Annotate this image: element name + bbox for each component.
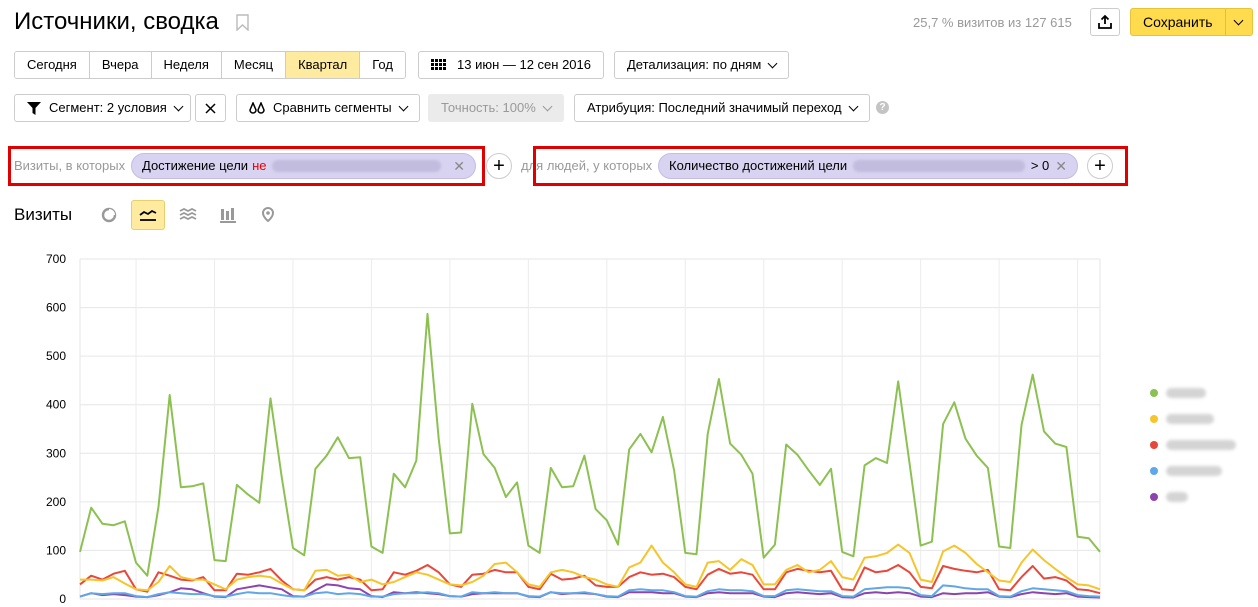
negation-text: не bbox=[252, 158, 267, 173]
plus-icon: + bbox=[1094, 155, 1106, 177]
redacted-series-name bbox=[1166, 492, 1188, 502]
add-people-condition-button[interactable]: + bbox=[1087, 153, 1113, 179]
page-title: Источники, сводка bbox=[14, 8, 219, 35]
chart-type-map[interactable] bbox=[251, 200, 285, 230]
attribution-dropdown[interactable]: Атрибуция: Последний значимый переход bbox=[574, 94, 870, 122]
chevron-down-icon bbox=[173, 101, 184, 111]
y-tick-label: 400 bbox=[46, 398, 66, 412]
period-week[interactable]: Неделя bbox=[151, 52, 222, 78]
chart-type-area[interactable] bbox=[171, 200, 205, 230]
share-button[interactable] bbox=[1090, 8, 1120, 36]
line-chart-icon bbox=[139, 209, 157, 221]
redacted-series-name bbox=[1166, 414, 1214, 424]
help-icon[interactable]: ? bbox=[876, 101, 889, 114]
goal-condition-chip[interactable]: Достижение цели не ✕ bbox=[131, 153, 476, 179]
legend-item[interactable] bbox=[1150, 432, 1236, 458]
y-tick-label: 700 bbox=[46, 252, 66, 266]
period-year[interactable]: Год bbox=[360, 52, 405, 78]
save-button[interactable]: Сохранить bbox=[1130, 8, 1253, 36]
legend-dot bbox=[1150, 389, 1158, 397]
series-line bbox=[79, 312, 1101, 577]
pie-chart-icon bbox=[101, 207, 117, 223]
legend-dot bbox=[1150, 415, 1158, 423]
chevron-down-icon bbox=[398, 101, 409, 111]
map-icon bbox=[261, 207, 275, 223]
filter-icon bbox=[27, 101, 41, 115]
goal-condition-text: Достижение цели bbox=[142, 158, 249, 173]
legend-dot bbox=[1150, 441, 1158, 449]
segment-dropdown[interactable]: Сегмент: 2 условия bbox=[14, 94, 191, 122]
goal-count-text: Количество достижений цели bbox=[669, 158, 848, 173]
redacted-goal-name bbox=[272, 160, 442, 172]
compare-segments-dropdown[interactable]: Сравнить сегменты bbox=[236, 94, 420, 122]
chart-title: Визиты bbox=[14, 205, 73, 224]
accuracy-dropdown: Точность: 100% bbox=[428, 94, 564, 122]
date-range-button[interactable]: 13 июн — 12 сен 2016 bbox=[418, 51, 604, 79]
chevron-down-icon bbox=[767, 58, 778, 68]
area-chart-icon bbox=[179, 208, 197, 221]
save-label: Сохранить bbox=[1143, 14, 1213, 30]
chevron-down-icon bbox=[848, 101, 859, 111]
visit-count: 25,7 % визитов из 127 615 bbox=[913, 15, 1072, 30]
close-icon[interactable]: ✕ bbox=[453, 154, 465, 178]
chart-type-bar[interactable] bbox=[211, 200, 245, 230]
plus-icon: + bbox=[493, 155, 505, 177]
compare-icon bbox=[249, 101, 265, 114]
visits-condition-label: Визиты, в которых bbox=[14, 158, 126, 173]
chevron-down-icon bbox=[1233, 15, 1244, 25]
goal-count-suffix: > 0 bbox=[1030, 158, 1050, 173]
redacted-series-name bbox=[1166, 440, 1236, 450]
calendar-icon bbox=[431, 59, 446, 70]
chart-legend bbox=[1150, 380, 1236, 510]
compare-label: Сравнить сегменты bbox=[273, 100, 392, 115]
legend-item[interactable] bbox=[1150, 484, 1236, 510]
legend-item[interactable] bbox=[1150, 458, 1236, 484]
y-tick-label: 500 bbox=[46, 349, 66, 363]
accuracy-label: Точность: 100% bbox=[441, 100, 536, 115]
chart-type-pie[interactable] bbox=[92, 200, 126, 230]
share-icon bbox=[1098, 14, 1112, 29]
add-visit-condition-button[interactable]: + bbox=[486, 153, 512, 179]
close-icon bbox=[205, 102, 216, 114]
y-tick-label: 600 bbox=[46, 301, 66, 315]
period-today[interactable]: Сегодня bbox=[15, 52, 90, 78]
legend-dot bbox=[1150, 493, 1158, 501]
y-tick-label: 200 bbox=[46, 495, 66, 509]
chart-type-line[interactable] bbox=[131, 200, 165, 230]
detail-dropdown[interactable]: Детализация: по дням bbox=[614, 51, 790, 79]
legend-item[interactable] bbox=[1150, 380, 1236, 406]
bar-chart-icon bbox=[220, 207, 236, 223]
legend-dot bbox=[1150, 467, 1158, 475]
clear-segment-button[interactable] bbox=[195, 94, 226, 122]
period-yesterday[interactable]: Вчера bbox=[89, 52, 152, 78]
date-range-label: 13 июн — 12 сен 2016 bbox=[457, 57, 591, 72]
y-tick-label: 300 bbox=[46, 446, 66, 460]
legend-item[interactable] bbox=[1150, 406, 1236, 432]
close-icon[interactable]: ✕ bbox=[1055, 154, 1067, 178]
visits-line-chart: 0 100 200 300 400 500 600 700 bbox=[46, 252, 1101, 606]
redacted-series-name bbox=[1166, 388, 1206, 398]
detail-label: Детализация: по дням bbox=[627, 57, 762, 72]
chevron-down-icon bbox=[542, 101, 553, 111]
y-tick-label: 0 bbox=[59, 592, 66, 606]
period-month[interactable]: Месяц bbox=[221, 52, 287, 78]
attribution-label: Атрибуция: Последний значимый переход bbox=[587, 100, 842, 115]
save-dropdown[interactable] bbox=[1224, 9, 1252, 35]
y-tick-label: 100 bbox=[46, 543, 66, 557]
redacted-series-name bbox=[1166, 466, 1222, 476]
period-quarter[interactable]: Квартал bbox=[286, 52, 361, 78]
redacted-goal-name bbox=[853, 160, 1025, 172]
bookmark-icon[interactable] bbox=[236, 14, 249, 31]
goal-count-chip[interactable]: Количество достижений цели > 0 ✕ bbox=[658, 153, 1078, 179]
period-selector: Сегодня Вчера Неделя Месяц Квартал Год bbox=[14, 51, 406, 79]
segment-label: Сегмент: 2 условия bbox=[49, 100, 167, 115]
